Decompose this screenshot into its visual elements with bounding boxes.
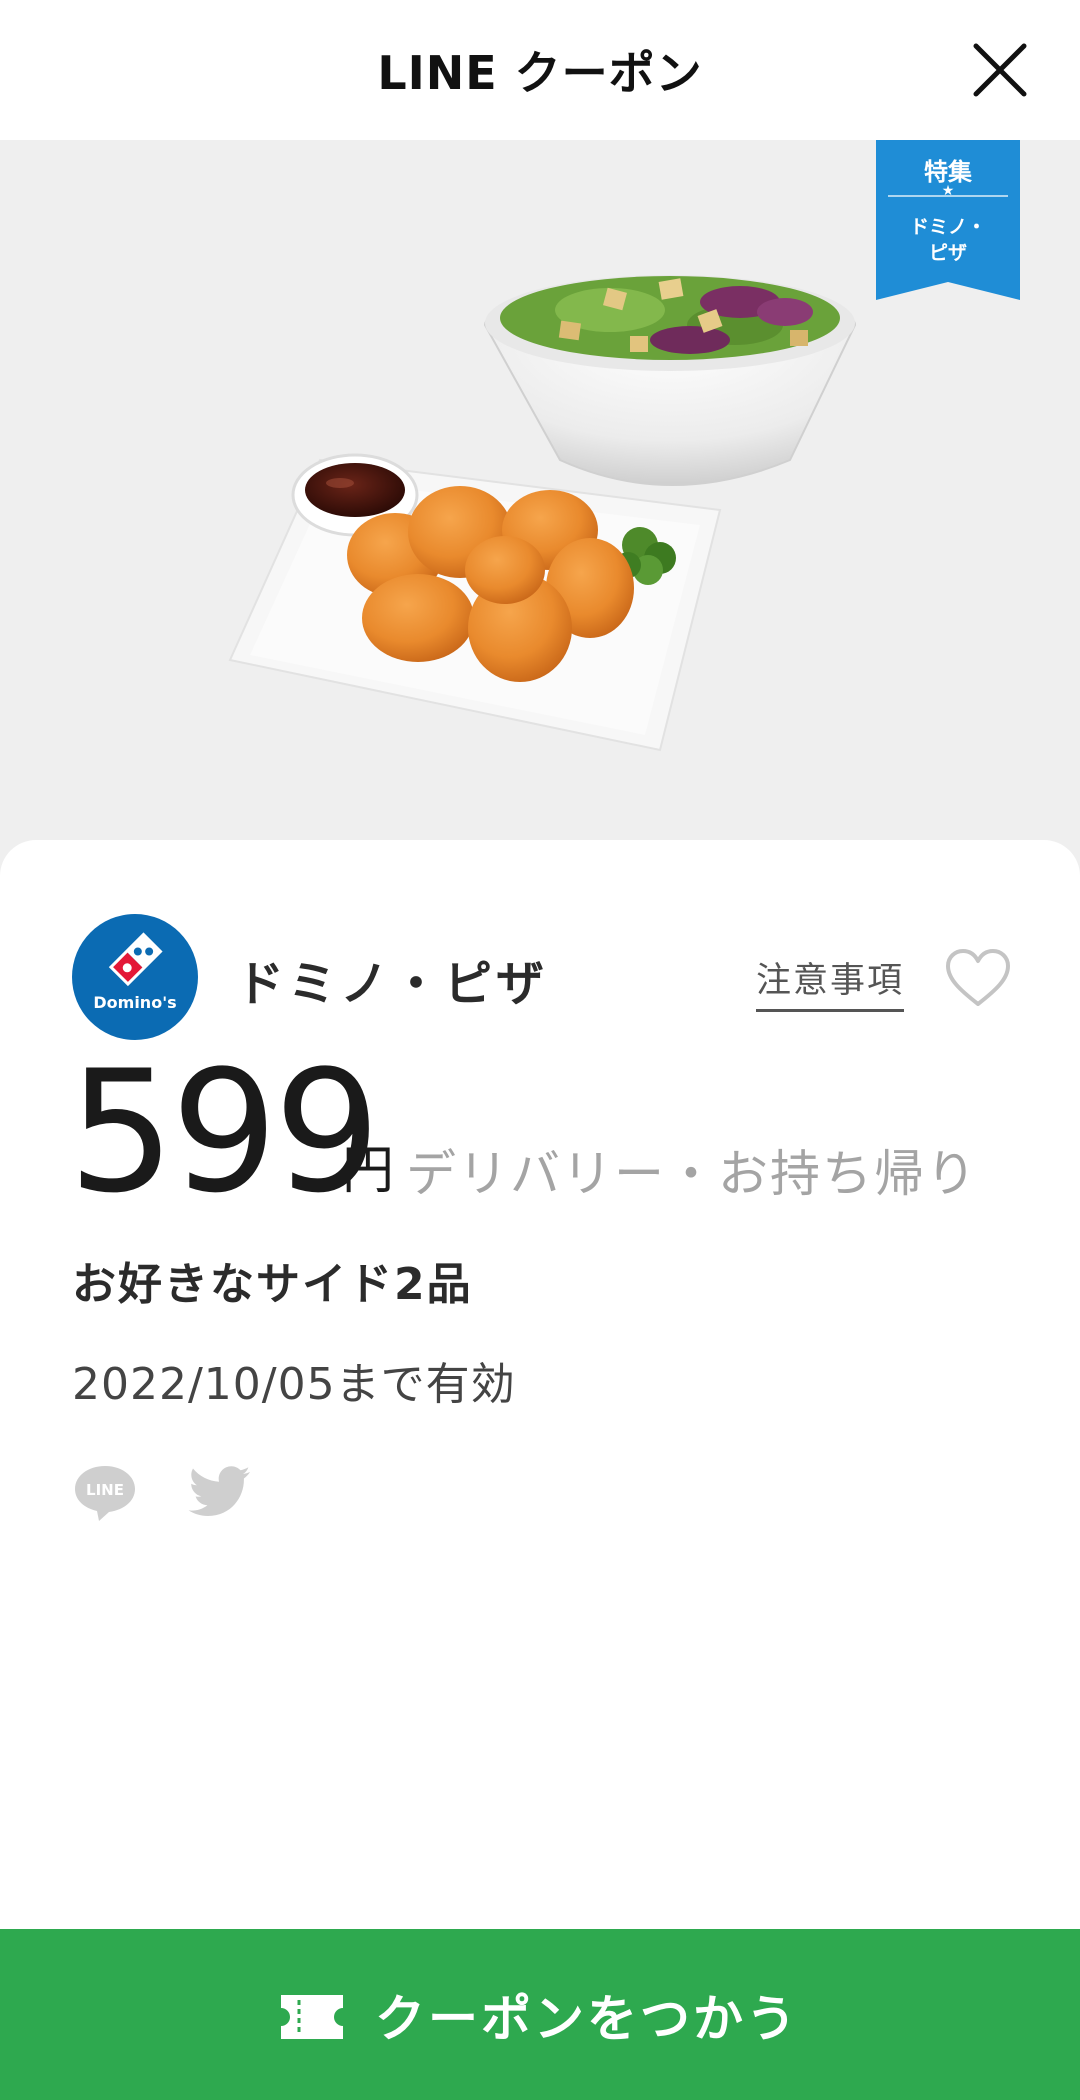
price-unit: 円	[342, 1141, 395, 1201]
logo-wordmark: Domino's	[93, 993, 176, 1012]
ribbon-brand-line2: ピザ	[928, 242, 967, 264]
close-icon	[973, 43, 1027, 97]
coupon-hero-image: 特集 ★ ドミノ・ ピザ	[0, 140, 1080, 880]
feature-ribbon[interactable]: 特集 ★ ドミノ・ ピザ	[876, 140, 1020, 300]
favorite-button[interactable]	[944, 948, 1012, 1008]
price-value: 599	[68, 1034, 381, 1230]
notes-link[interactable]: 注意事項	[756, 952, 905, 1012]
validity-date: 2022/10/05まで有効	[72, 1359, 516, 1410]
dominos-logo-icon: Domino's	[72, 914, 198, 1040]
heart-outline-icon	[946, 949, 1010, 1006]
line-share-label: LINE	[86, 1481, 124, 1499]
ribbon-brand-line1: ドミノ・	[909, 216, 986, 238]
page-title: LINE クーポン	[377, 46, 703, 100]
brand-logo: Domino's	[72, 914, 198, 1040]
twitter-icon	[188, 1466, 250, 1516]
price-row: 599 円 デリバリー・お持ち帰り	[68, 1048, 1068, 1216]
ticket-icon	[281, 1994, 343, 2039]
ribbon-star: ★	[941, 183, 955, 199]
line-share-icon: LINE	[75, 1466, 135, 1521]
share-line-button[interactable]: LINE	[72, 1460, 138, 1526]
coupon-card: Domino's ドミノ・ピザ 注意事項 599 円 デリバリー・お持ち帰り お…	[0, 840, 1080, 1930]
service-type: デリバリー・お持ち帰り	[406, 1145, 978, 1203]
share-twitter-button[interactable]	[188, 1462, 254, 1522]
ribbon-title: 特集	[924, 158, 972, 186]
coupon-item-title: お好きなサイド2品	[72, 1259, 473, 1310]
brand-name: ドミノ・ピザ	[236, 956, 549, 1012]
use-coupon-label: クーポンをつかう	[375, 1989, 799, 2048]
close-button[interactable]	[960, 30, 1040, 110]
app-header: LINE クーポン	[0, 0, 1080, 140]
use-coupon-button[interactable]: クーポンをつかう	[0, 1929, 1080, 2100]
